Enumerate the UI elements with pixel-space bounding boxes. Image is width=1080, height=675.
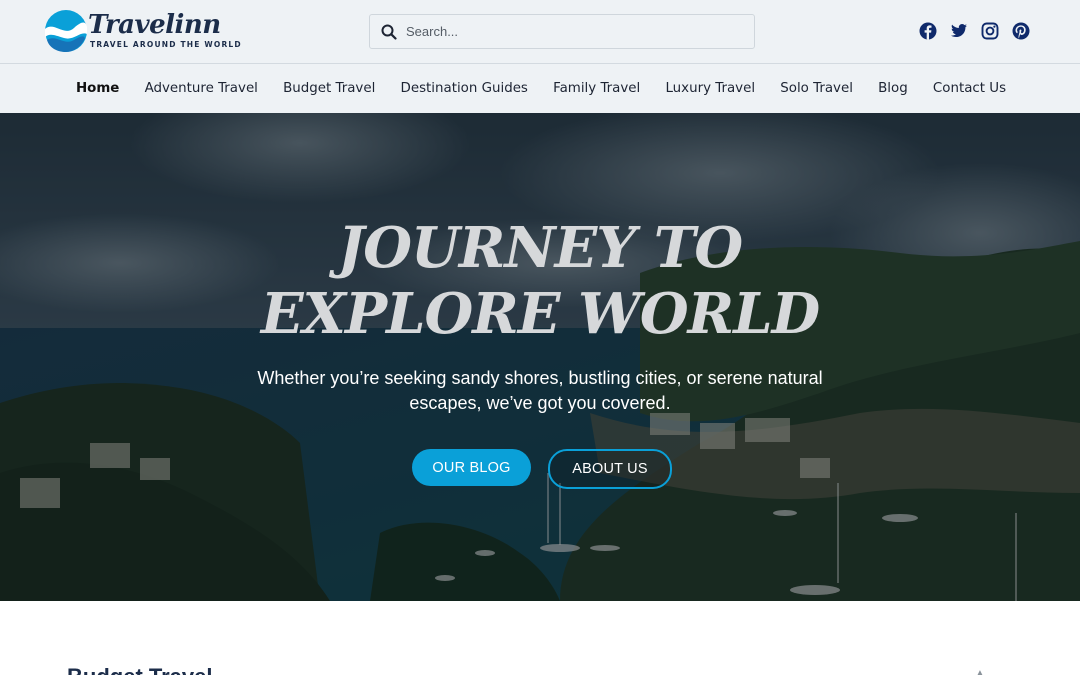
search-box [369,14,755,49]
nav-item-home: Home [63,64,132,113]
about-us-button[interactable]: ABOUT US [548,449,672,489]
brand-tagline: TRAVEL AROUND THE WORLD [90,40,242,49]
hero-title-line-2: EXPLORE WORLD [260,281,820,347]
nav-item-budget-travel: Budget Travel [271,64,388,113]
nav-link-solo-travel[interactable]: Solo Travel [768,64,866,113]
facebook-icon[interactable] [919,22,937,40]
nav-item-contact-us: Contact Us [920,64,1018,113]
twitter-icon[interactable] [950,22,968,40]
section-heading: Budget Travel [67,664,212,675]
search-input[interactable] [406,15,746,48]
nav-item-blog: Blog [866,64,921,113]
hero-overlay [0,113,1080,601]
hero-title-line-1: JOURNEY TO [337,215,743,281]
nav-link-budget-travel[interactable]: Budget Travel [271,64,388,113]
brand-name: Travelinn [88,10,221,40]
nav-item-adventure-travel: Adventure Travel [132,64,271,113]
our-blog-button[interactable]: OUR BLOG [412,449,531,486]
hero-title: JOURNEY TO EXPLORE WORLD [0,215,1080,347]
pinterest-icon[interactable] [1012,22,1030,40]
carousel-arrow-icon[interactable]: ▲ [975,668,985,675]
hero-section: JOURNEY TO EXPLORE WORLD Whether you’re … [0,113,1080,601]
nav-item-family-travel: Family Travel [541,64,653,113]
nav-link-adventure-travel[interactable]: Adventure Travel [132,64,271,113]
search-icon[interactable] [381,24,397,40]
main-nav: Home Adventure Travel Budget Travel Dest… [0,64,1080,113]
hero-subtitle: Whether you’re seeking sandy shores, bus… [257,368,823,413]
instagram-icon[interactable] [981,22,999,40]
nav-list: Home Adventure Travel Budget Travel Dest… [0,64,1080,113]
nav-link-home[interactable]: Home [63,64,132,113]
nav-link-destination-guides[interactable]: Destination Guides [388,64,541,113]
nav-link-contact-us[interactable]: Contact Us [920,64,1018,113]
nav-item-luxury-travel: Luxury Travel [653,64,768,113]
nav-item-solo-travel: Solo Travel [768,64,866,113]
nav-link-luxury-travel[interactable]: Luxury Travel [653,64,768,113]
nav-link-blog[interactable]: Blog [866,64,921,113]
wave-globe-icon [45,10,87,52]
nav-link-family-travel[interactable]: Family Travel [541,64,653,113]
top-bar: Travelinn TRAVEL AROUND THE WORLD [0,0,1080,64]
nav-item-destination-guides: Destination Guides [388,64,541,113]
site-logo[interactable]: Travelinn TRAVEL AROUND THE WORLD [44,9,244,55]
